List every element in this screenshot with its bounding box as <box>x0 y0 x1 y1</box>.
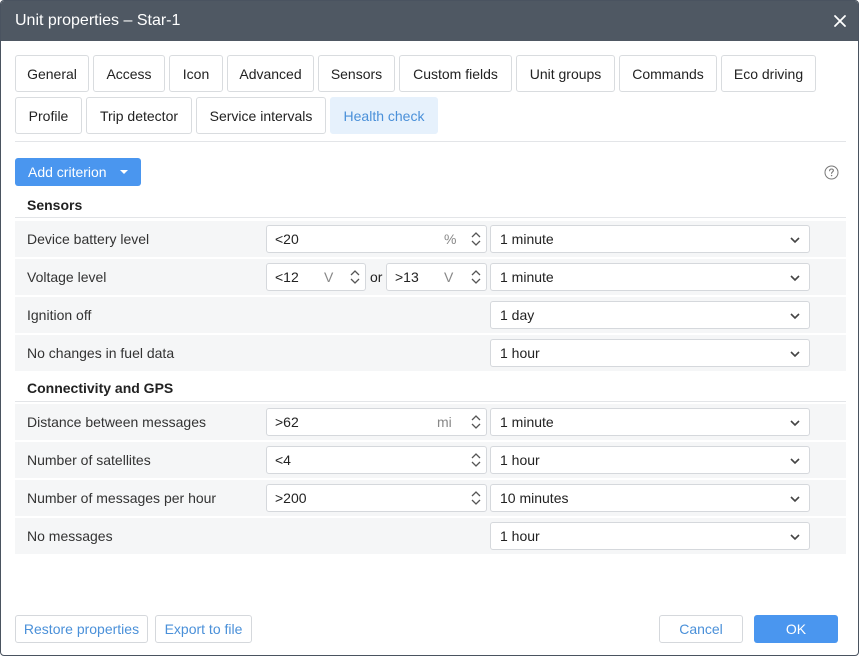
input-unit: mi <box>437 414 452 430</box>
spinner-icon[interactable] <box>471 269 481 285</box>
input-unit: % <box>444 231 457 247</box>
tab-advanced[interactable]: Advanced <box>227 55 314 92</box>
row-label: Distance between messages <box>27 414 206 430</box>
chevron-down-icon <box>790 313 800 320</box>
battery-interval-select[interactable]: 1 minute <box>490 225 810 253</box>
spinner-icon[interactable] <box>471 452 481 468</box>
chevron-down-icon <box>790 420 800 427</box>
section-title-sensors: Sensors <box>27 197 83 213</box>
input-value: >200 <box>275 490 307 506</box>
select-value: 1 minute <box>500 231 554 247</box>
tab-health-check[interactable]: Health check <box>330 97 438 134</box>
input-value: <4 <box>275 452 291 468</box>
satellites-threshold-input[interactable]: <4 <box>266 446 487 474</box>
caret-down-icon <box>120 170 128 174</box>
input-value: >13 <box>395 269 419 285</box>
select-value: 1 minute <box>500 414 554 430</box>
chevron-down-icon <box>790 351 800 358</box>
tab-custom-fields[interactable]: Custom fields <box>399 55 512 92</box>
row-label: No messages <box>27 528 113 544</box>
dialog-title: Unit properties – Star-1 <box>15 12 181 29</box>
spinner-icon[interactable] <box>471 414 481 430</box>
select-value: 1 hour <box>500 345 540 361</box>
satellites-interval-select[interactable]: 1 hour <box>490 446 810 474</box>
restore-properties-button[interactable]: Restore properties <box>15 615 148 643</box>
distance-threshold-input[interactable]: >62 mi <box>266 408 487 436</box>
input-unit: V <box>444 269 454 285</box>
row-label: Number of messages per hour <box>27 490 217 506</box>
voltage-low-input[interactable]: <12 V <box>266 263 366 291</box>
row-label: Device battery level <box>27 231 150 247</box>
messages-per-hour-input[interactable]: >200 <box>266 484 487 512</box>
export-to-file-button[interactable]: Export to file <box>155 615 252 643</box>
messages-per-hour-interval-select[interactable]: 10 minutes <box>490 484 810 512</box>
battery-threshold-input[interactable]: <20 % <box>266 225 487 253</box>
select-value: 10 minutes <box>500 490 569 506</box>
section-title-connectivity: Connectivity and GPS <box>27 380 174 396</box>
title-bar: Unit properties – Star-1 <box>1 1 858 41</box>
section-divider <box>15 401 846 402</box>
ignition-interval-select[interactable]: 1 day <box>490 301 810 329</box>
distance-interval-select[interactable]: 1 minute <box>490 408 810 436</box>
tabs-divider <box>15 141 846 142</box>
tab-access[interactable]: Access <box>93 55 165 92</box>
spinner-icon[interactable] <box>350 269 360 285</box>
select-value: 1 day <box>500 307 535 323</box>
tab-profile[interactable]: Profile <box>15 97 82 134</box>
add-criterion-label: Add criterion <box>28 164 107 180</box>
select-value: 1 hour <box>500 452 540 468</box>
tab-sensors[interactable]: Sensors <box>318 55 395 92</box>
ok-button[interactable]: OK <box>754 615 838 643</box>
chevron-down-icon <box>790 237 800 244</box>
unit-properties-dialog: Unit properties – Star-1 General Access … <box>0 0 859 656</box>
input-value: <20 <box>275 231 299 247</box>
tab-commands[interactable]: Commands <box>619 55 717 92</box>
section-divider <box>15 217 846 218</box>
row-label: Voltage level <box>27 269 107 285</box>
cancel-button[interactable]: Cancel <box>659 615 743 643</box>
tab-eco-driving[interactable]: Eco driving <box>721 55 816 92</box>
tab-trip-detector[interactable]: Trip detector <box>86 97 192 134</box>
tab-unit-groups[interactable]: Unit groups <box>516 55 615 92</box>
select-value: 1 hour <box>500 528 540 544</box>
select-value: 1 minute <box>500 269 554 285</box>
voltage-high-input[interactable]: >13 V <box>386 263 487 291</box>
tab-icon[interactable]: Icon <box>169 55 223 92</box>
row-label: Number of satellites <box>27 452 151 468</box>
chevron-down-icon <box>790 496 800 503</box>
voltage-interval-select[interactable]: 1 minute <box>490 263 810 291</box>
fuel-interval-select[interactable]: 1 hour <box>490 339 810 367</box>
help-icon[interactable] <box>824 165 839 180</box>
row-label: Ignition off <box>27 307 92 323</box>
or-joiner: or <box>370 269 383 285</box>
input-value: <12 <box>275 269 299 285</box>
input-unit: V <box>324 269 334 285</box>
close-icon[interactable] <box>830 11 850 31</box>
chevron-down-icon <box>790 275 800 282</box>
tab-general[interactable]: General <box>15 55 89 92</box>
add-criterion-button[interactable]: Add criterion <box>15 158 141 186</box>
tab-service-intervals[interactable]: Service intervals <box>196 97 326 134</box>
spinner-icon[interactable] <box>471 231 481 247</box>
spinner-icon[interactable] <box>471 490 481 506</box>
no-messages-interval-select[interactable]: 1 hour <box>490 522 810 550</box>
row-label: No changes in fuel data <box>27 345 175 361</box>
chevron-down-icon <box>790 458 800 465</box>
chevron-down-icon <box>790 534 800 541</box>
input-value: >62 <box>275 414 299 430</box>
